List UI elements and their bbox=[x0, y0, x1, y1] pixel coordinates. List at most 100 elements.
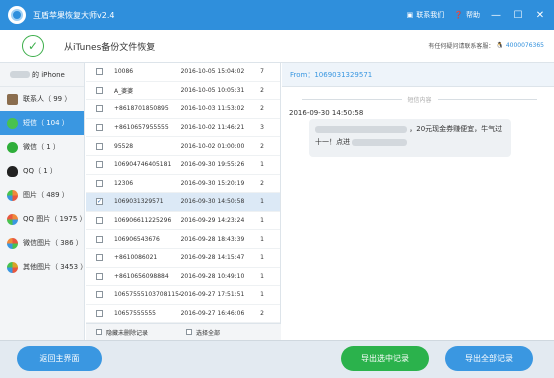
row-checkbox[interactable] bbox=[96, 68, 103, 76]
message-count: 7 bbox=[260, 68, 264, 76]
support-info: 有任何疑问请联系客服： 🐧 4000076365 bbox=[428, 42, 544, 50]
app-title: 互盾苹果恢复大师v2.4 bbox=[33, 10, 115, 20]
device-label: 的 iPhone bbox=[0, 63, 84, 87]
row-checkbox[interactable] bbox=[96, 254, 103, 262]
message-count: 3 bbox=[260, 124, 264, 132]
redacted-text bbox=[352, 138, 408, 146]
table-row[interactable]: 106575551037081154 2016-09-27 17:51:51 1 bbox=[86, 286, 280, 305]
row-checkbox[interactable] bbox=[96, 86, 103, 94]
sidebar-item-wechat[interactable]: 微信（ 1 ） bbox=[0, 135, 84, 159]
select-all-checkbox[interactable] bbox=[186, 329, 193, 335]
category-sidebar: 的 iPhone 联系人（ 99 ） 短信（ 104 ） 微信（ 1 ） QQ（… bbox=[0, 63, 87, 340]
table-row[interactable]: 106904746405181 2016-09-30 19:55:26 1 bbox=[86, 156, 280, 175]
export-selected-button[interactable]: 导出选中记录 bbox=[341, 346, 429, 371]
help-link[interactable]: ❓ 帮助 bbox=[454, 10, 480, 20]
qq-icon bbox=[7, 165, 18, 177]
message-time: 2016-09-28 10:49:10 bbox=[180, 272, 245, 280]
sender-number: 106904746405181 bbox=[114, 161, 172, 169]
message-count: 1 bbox=[260, 198, 264, 206]
sender-number: +8610086021 bbox=[114, 254, 158, 262]
message-count: 1 bbox=[260, 161, 264, 169]
message-time: 2016-09-27 17:51:51 bbox=[180, 291, 245, 299]
select-all-toggle[interactable]: 选择全部 bbox=[176, 328, 220, 337]
message-time: 2016-09-29 14:23:24 bbox=[180, 217, 245, 225]
sidebar-item-contacts[interactable]: 联系人（ 99 ） bbox=[0, 87, 84, 111]
table-row[interactable]: 12306 2016-09-30 15:20:19 2 bbox=[86, 175, 280, 194]
sender-number: 12306 bbox=[114, 179, 134, 187]
message-bubble: ，20元现金券赚便宜，牛气过 十一！点进 bbox=[309, 119, 511, 157]
sidebar-item-wechat-photos[interactable]: 微信图片（ 386 ） bbox=[0, 231, 84, 255]
message-time: 2016-10-02 01:00:00 bbox=[180, 142, 245, 150]
message-list: 10086 2016-10-05 15:04:02 7 A_婆婆 2016-10… bbox=[86, 63, 281, 340]
sender-number: +8610656098884 bbox=[114, 272, 169, 280]
list-footer: 隐藏未删除记录 选择全部 bbox=[86, 323, 281, 340]
content-divider: 短信内容 bbox=[302, 94, 538, 104]
row-checkbox[interactable] bbox=[96, 272, 103, 280]
row-checkbox[interactable] bbox=[96, 161, 103, 169]
sidebar-item-other-photos[interactable]: 其他图片（ 3453 ） bbox=[0, 255, 87, 279]
message-count: 2 bbox=[260, 86, 264, 94]
table-row[interactable]: 10657555555 2016-09-27 16:46:06 2 bbox=[86, 305, 280, 324]
row-checkbox[interactable] bbox=[96, 291, 103, 299]
wechat-icon bbox=[7, 141, 18, 153]
back-to-main-button[interactable]: 返回主界面 bbox=[17, 346, 102, 371]
message-count: 2 bbox=[260, 105, 264, 113]
table-row[interactable]: +8618701850895 2016-10-03 11:53:02 2 bbox=[86, 100, 280, 119]
sender-number: +8618701850895 bbox=[114, 105, 169, 113]
table-row[interactable]: 106906611225296 2016-09-29 14:23:24 1 bbox=[86, 212, 280, 231]
row-checkbox[interactable] bbox=[96, 179, 103, 187]
contacts-icon bbox=[7, 93, 18, 105]
minimize-button[interactable]: — bbox=[490, 10, 502, 21]
itunes-check-icon: ✓ bbox=[22, 35, 44, 57]
table-row[interactable]: A_婆婆 2016-10-05 10:05:31 2 bbox=[86, 82, 280, 101]
message-time: 2016-10-02 11:46:21 bbox=[180, 124, 245, 132]
table-row[interactable]: +8610086021 2016-09-28 14:15:47 1 bbox=[86, 249, 280, 268]
message-time: 2016-09-27 16:46:06 bbox=[180, 310, 245, 318]
close-button[interactable]: ✕ bbox=[534, 10, 546, 21]
message-count: 1 bbox=[260, 235, 264, 243]
row-checkbox[interactable] bbox=[96, 310, 103, 318]
row-checkbox[interactable] bbox=[96, 105, 103, 113]
title-bar: 互盾苹果恢复大师v2.4 ▣ 联系我们 ❓ 帮助 — ☐ ✕ bbox=[0, 0, 554, 30]
export-all-button[interactable]: 导出全部记录 bbox=[445, 346, 533, 371]
row-checkbox[interactable] bbox=[96, 235, 103, 243]
help-icon: ❓ bbox=[454, 11, 463, 19]
table-row-selected[interactable]: ✓ 1069031329571 2016-09-30 14:50:58 1 bbox=[86, 193, 280, 212]
sender-number: 1069031329571 bbox=[114, 198, 164, 206]
message-detail: From：1069031329571 短信内容 2016-09-30 14:50… bbox=[282, 63, 554, 340]
contact-us-link[interactable]: ▣ 联系我们 bbox=[407, 10, 445, 20]
row-checkbox-checked[interactable]: ✓ bbox=[96, 198, 103, 206]
table-row[interactable]: +8610656098884 2016-09-28 10:49:10 1 bbox=[86, 268, 280, 287]
support-qq-link[interactable]: 4000076365 bbox=[506, 42, 544, 49]
sender-number: 95528 bbox=[114, 142, 134, 150]
message-count: 2 bbox=[260, 142, 264, 150]
table-row[interactable]: 95528 2016-10-02 01:00:00 2 bbox=[86, 137, 280, 156]
table-row[interactable]: 106906543676 2016-09-28 18:43:39 1 bbox=[86, 230, 280, 249]
hide-deleted-toggle[interactable]: 隐藏未删除记录 bbox=[86, 328, 148, 337]
page-title: 从iTunes备份文件恢复 bbox=[64, 42, 156, 53]
bottom-bar: 返回主界面 导出选中记录 导出全部记录 bbox=[0, 340, 554, 378]
message-timestamp: 2016-09-30 14:50:58 bbox=[289, 109, 364, 117]
row-checkbox[interactable] bbox=[96, 217, 103, 225]
other-photos-icon bbox=[7, 261, 18, 273]
message-text-line2: 十一！点进 bbox=[315, 138, 350, 146]
qq-penguin-icon: 🐧 bbox=[496, 42, 504, 49]
message-time: 2016-09-28 14:15:47 bbox=[180, 254, 245, 262]
row-checkbox[interactable] bbox=[96, 142, 103, 150]
message-count: 2 bbox=[260, 310, 264, 318]
message-time: 2016-09-30 15:20:19 bbox=[180, 179, 245, 187]
sender-number: A_婆婆 bbox=[114, 87, 134, 95]
table-row[interactable]: +8610657955555 2016-10-02 11:46:21 3 bbox=[86, 119, 280, 138]
sidebar-item-qq-photos[interactable]: QQ 图片（ 1975 ） bbox=[0, 207, 87, 231]
sms-icon bbox=[7, 117, 18, 129]
sidebar-item-sms[interactable]: 短信（ 104 ） bbox=[0, 111, 84, 135]
row-checkbox[interactable] bbox=[96, 124, 103, 132]
hide-deleted-checkbox[interactable] bbox=[96, 329, 102, 335]
sidebar-item-photos[interactable]: 图片（ 489 ） bbox=[0, 183, 84, 207]
sender-number: 106906611225296 bbox=[114, 217, 172, 225]
sidebar-item-qq[interactable]: QQ（ 1 ） bbox=[0, 159, 84, 183]
message-count: 1 bbox=[260, 291, 264, 299]
table-row[interactable]: 10086 2016-10-05 15:04:02 7 bbox=[86, 63, 280, 82]
sender-number: +8610657955555 bbox=[114, 124, 169, 132]
maximize-button[interactable]: ☐ bbox=[512, 10, 524, 21]
